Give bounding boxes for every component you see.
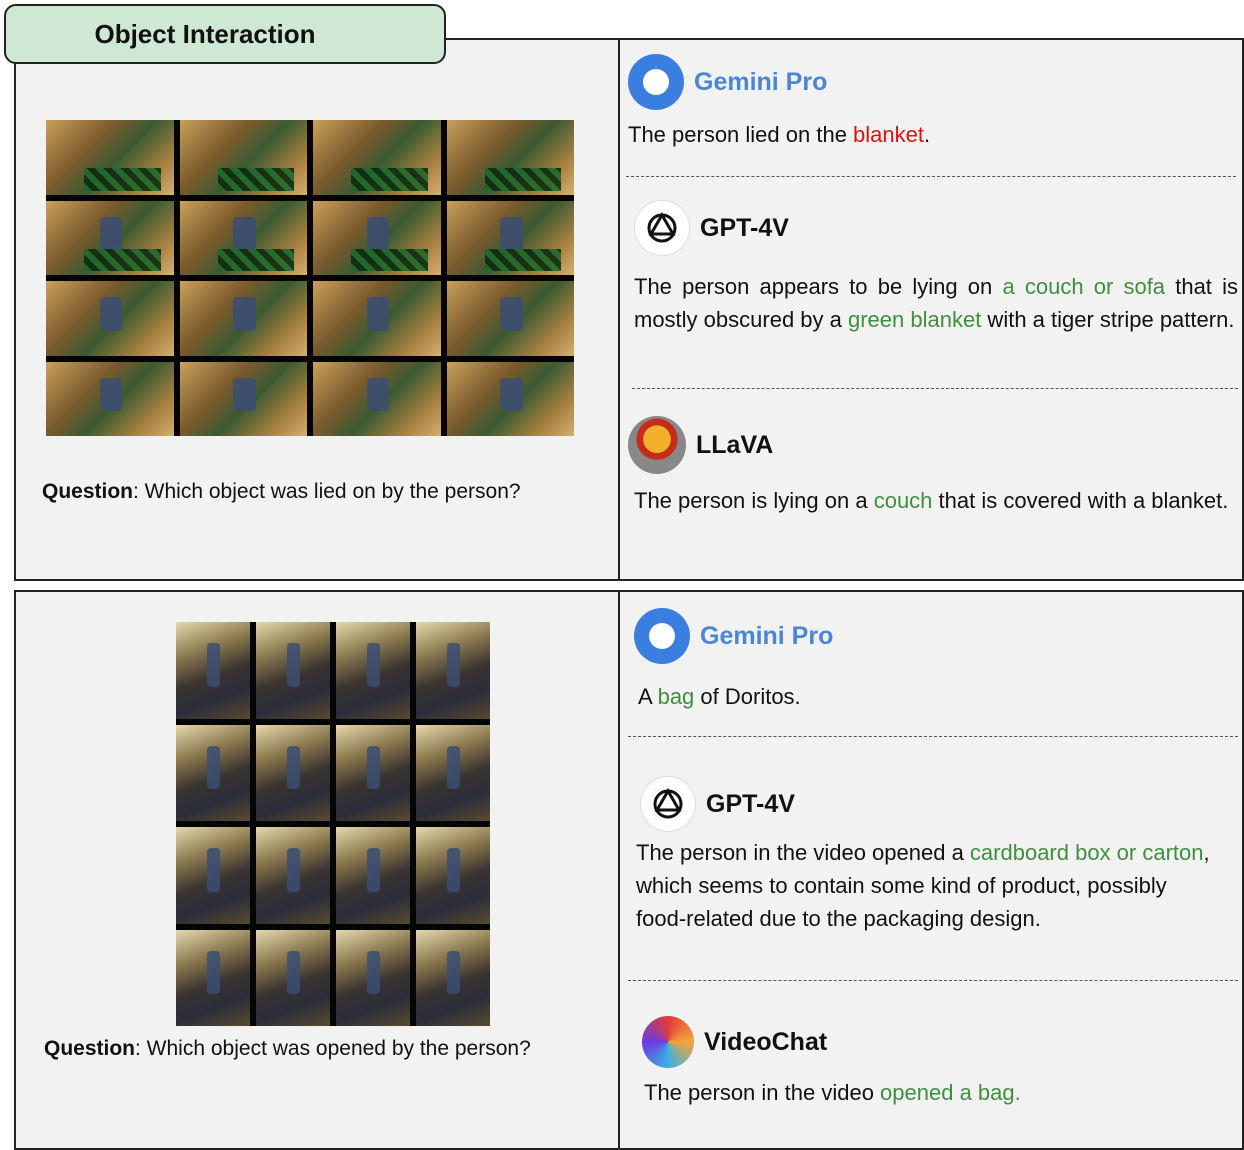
question-text: : Which object was lied on by the person… [133,480,521,503]
column-divider [618,40,620,579]
openai-icon [634,200,690,256]
gemini-header-1: Gemini Pro [628,54,827,110]
videochat-header-2: VideoChat [642,1016,827,1068]
video-frame [179,120,307,195]
video-frame [313,120,441,195]
openai-icon [640,776,696,832]
gemini-icon [628,54,684,110]
video-frame [446,120,574,195]
video-frame [46,361,174,436]
video-frames-grid-1 [46,120,574,436]
video-frame [416,724,490,821]
videochat-response-2: The person in the video opened a bag. [644,1080,1021,1105]
model-name: Gemini Pro [700,621,834,650]
model-name: LLaVA [696,430,774,459]
video-frame [256,724,330,821]
video-frame [176,929,250,1026]
model-name: GPT-4V [706,789,795,818]
video-frame [176,622,250,719]
question-2: Question: Which object was opened by the… [44,1034,534,1064]
video-frames-grid-2 [176,622,490,1026]
gpt4v-header-2: GPT-4V [640,776,795,832]
video-frame [256,622,330,719]
video-frame [416,827,490,924]
gpt4v-response-2: The person in the video opened a cardboa… [636,840,1210,931]
gemini-icon [634,608,690,664]
video-frame [446,200,574,275]
llava-icon [628,416,686,474]
video-frame [313,361,441,436]
gemini-header-2: Gemini Pro [634,608,833,664]
llava-response-1: The person is lying on a couch that is c… [634,488,1229,513]
column-divider [618,592,620,1148]
llava-header-1: LLaVA [628,416,773,474]
video-frame [313,200,441,275]
video-frame [46,200,174,275]
separator [626,176,1236,177]
gpt4v-header-1: GPT-4V [634,200,789,256]
section-title-tab: Object Interaction [4,4,446,64]
video-frame [336,724,410,821]
video-frame [256,827,330,924]
video-frame [176,827,250,924]
video-frame [416,929,490,1026]
example-panel-2: Question: Which object was opened by the… [14,590,1244,1150]
video-frame [179,281,307,356]
video-frame [46,281,174,356]
section-title: Object Interaction [94,18,316,49]
model-name: Gemini Pro [694,67,828,96]
video-frame [336,827,410,924]
video-frame [46,120,174,195]
question-label: Question [42,480,134,503]
question-label: Question [44,1037,136,1060]
question-1: Question: Which object was lied on by th… [42,477,602,507]
separator [632,388,1238,389]
gpt4v-response-1: The person appears to be lying on a couc… [634,274,1238,332]
video-frame [446,281,574,356]
video-frame [176,724,250,821]
separator [628,736,1238,737]
video-frame [416,622,490,719]
model-name: VideoChat [704,1027,828,1056]
video-frame [179,200,307,275]
gemini-response-1: The person lied on the blanket. [628,122,931,147]
video-frame [336,622,410,719]
video-frame [179,361,307,436]
model-name: GPT-4V [700,213,789,242]
video-frame [446,361,574,436]
video-frame [336,929,410,1026]
videochat-icon [642,1016,694,1068]
question-text: : Which object was opened by the person? [135,1037,531,1060]
example-panel-1: Question: Which object was lied on by th… [14,38,1244,581]
video-frame [256,929,330,1026]
video-frame [313,281,441,356]
gemini-response-2: A bag of Doritos. [638,684,801,709]
separator [628,980,1238,981]
